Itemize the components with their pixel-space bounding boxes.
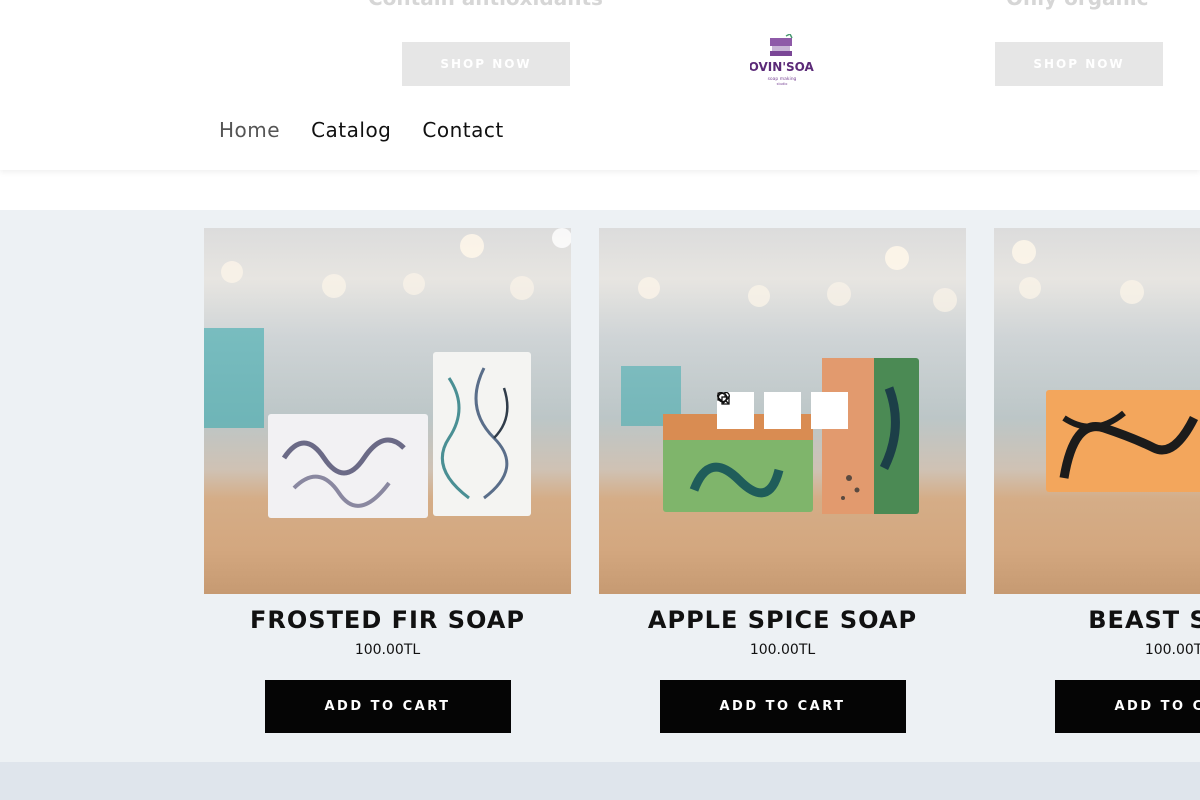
main-nav: Home Catalog Contact	[219, 118, 504, 142]
product-price: 100.00TL	[749, 642, 816, 658]
product-name[interactable]: FROSTED FIR SOAP	[204, 606, 571, 634]
footer-band	[0, 762, 1200, 800]
product-card: FROSTED FIR SOAP 100.00TL ADD TO CART	[204, 228, 571, 733]
product-card: BEAST SOAP 100.00TL ADD TO CART	[994, 228, 1200, 733]
heart-icon[interactable]	[717, 392, 801, 429]
search-icon[interactable]	[717, 392, 848, 429]
product-name[interactable]: BEAST SOAP	[994, 606, 1200, 634]
product-grid: FROSTED FIR SOAP 100.00TL ADD TO CART AP…	[0, 210, 1200, 762]
add-to-cart-button[interactable]: ADD TO CART	[659, 680, 906, 733]
nav-item-contact[interactable]: Contact	[422, 118, 503, 142]
nav-item-catalog[interactable]: Catalog	[311, 118, 391, 142]
add-to-cart-button[interactable]: ADD TO CART	[1054, 680, 1200, 733]
site-header: Contain antioxidants Only organic SHOP N…	[0, 0, 1200, 170]
shop-now-left-button[interactable]: SHOP NOW	[402, 42, 570, 86]
product-price: 100.00TL	[1144, 642, 1200, 658]
hero-left-caption: Contain antioxidants	[368, 0, 603, 10]
product-image[interactable]	[599, 228, 966, 594]
nav-item-home[interactable]: Home	[219, 118, 280, 142]
product-image[interactable]	[204, 228, 571, 594]
shop-now-right-button[interactable]: SHOP NOW	[995, 42, 1163, 86]
svg-text:studio: studio	[777, 82, 788, 86]
add-to-cart-button[interactable]: ADD TO CART	[264, 680, 511, 733]
logo-icon: LOVIN'SOAP soap making studio	[741, 32, 823, 86]
site-logo[interactable]: LOVIN'SOAP soap making studio	[741, 32, 823, 88]
product-image[interactable]	[994, 228, 1200, 594]
product-name[interactable]: APPLE SPICE SOAP	[599, 606, 966, 634]
svg-text:LOVIN'SOAP: LOVIN'SOAP	[750, 60, 814, 74]
product-price: 100.00TL	[354, 642, 421, 658]
product-card: APPLE SPICE SOAP 100.00TL ADD TO CART	[599, 228, 966, 733]
hero-right-caption: Only organic	[1006, 0, 1148, 10]
quick-actions	[717, 392, 848, 429]
